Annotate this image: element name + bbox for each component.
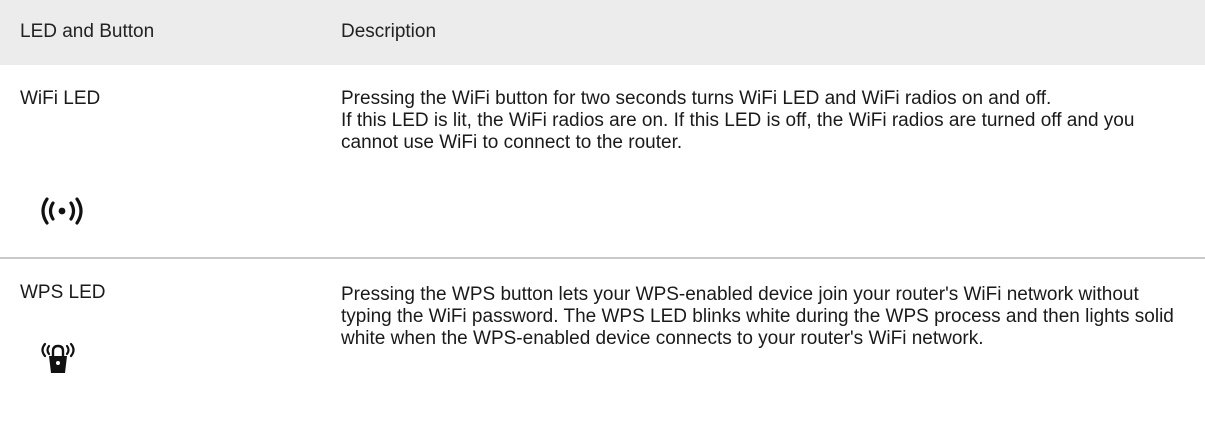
row-description-wifi-led: Pressing the WiFi button for two seconds…	[341, 88, 1191, 154]
description-paragraph: Pressing the WiFi button for two seconds…	[341, 88, 1052, 109]
row-description-wps-led: Pressing the WPS button lets your WPS-en…	[341, 284, 1191, 350]
wps-lock-icon	[38, 339, 78, 379]
row-name-wps-led: WPS LED	[20, 282, 106, 303]
header-description: Description	[341, 21, 437, 42]
wifi-radio-icon	[38, 193, 83, 229]
table-row-wps-led: WPS LED Pressing the WPS button lets you…	[0, 259, 1205, 425]
led-button-table: LED and Button Description WiFi LED Pres…	[0, 0, 1205, 373]
table-row-wifi-led: WiFi LED Pressing the WiFi button for tw…	[0, 65, 1205, 259]
table-header: LED and Button Description	[0, 0, 1205, 65]
description-paragraph: Pressing the WPS button lets your WPS-en…	[341, 284, 1174, 349]
row-name-wifi-led: WiFi LED	[20, 88, 101, 109]
header-led-and-button: LED and Button	[20, 21, 155, 42]
description-paragraph: If this LED is lit, the WiFi radios are …	[341, 110, 1135, 153]
